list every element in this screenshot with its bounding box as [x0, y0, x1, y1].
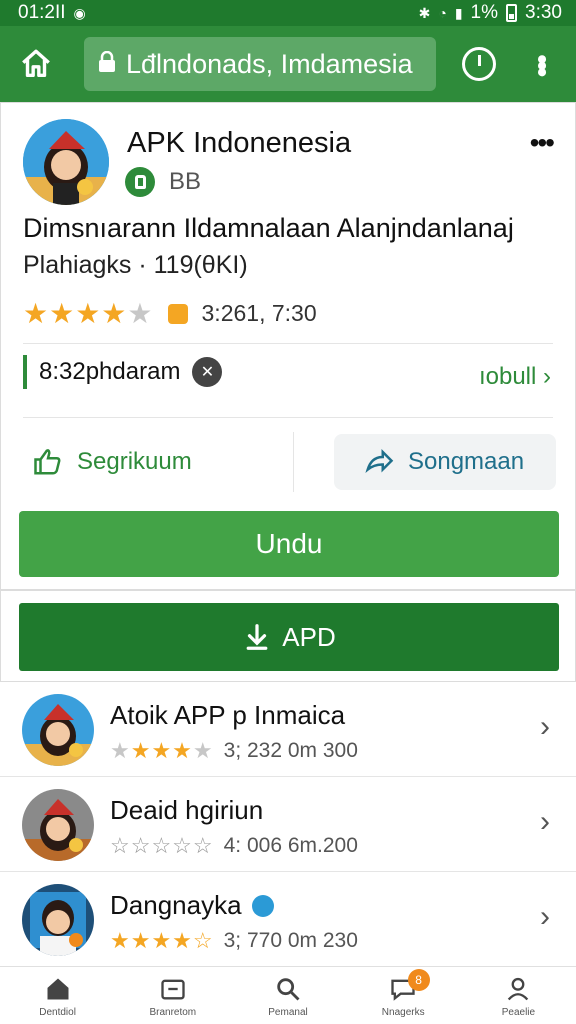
apps-icon: [161, 979, 185, 1000]
chevron-right-icon: ›: [540, 900, 550, 933]
nav-apps-label: Branretom: [149, 1007, 197, 1018]
app-avatar: [22, 789, 94, 861]
related-apps-list: Atoik APP p Inmaica ★★★★★ 3; 232 0m 300 …: [0, 682, 576, 967]
close-icon[interactable]: ✕: [192, 357, 223, 387]
menu-icon[interactable]: •••: [525, 54, 558, 74]
apd-label: APD: [282, 621, 336, 652]
list-item[interactable]: Dangnayka ★★★★☆ 3; 770 0m 230 ›: [0, 872, 576, 967]
battery-icon: [506, 4, 518, 22]
home-icon[interactable]: [14, 42, 58, 86]
app-icon: [23, 119, 109, 205]
notification-badge: 8: [407, 969, 430, 991]
promo-row: 8:32phdaram ✕: [23, 355, 223, 389]
divider: [23, 417, 553, 418]
lock-icon: [98, 49, 116, 80]
app-description: Dimsnıarann Ildamnalaan Alanjndanlanaj: [23, 213, 514, 243]
status-bar: 01:2II ◉ ✱ ◔ ▮ 1% 3:30: [0, 0, 576, 26]
rating-row: ★★★★★ 3:261, 7:30: [23, 297, 317, 330]
apd-card: APD: [0, 590, 576, 682]
address-text: Lđlndonads, Imdamesia: [126, 48, 413, 79]
list-item-title: Atoik APP p Inmaica: [110, 700, 346, 730]
bluetooth-icon: ✱: [418, 4, 431, 21]
developer-badge-row: BB: [125, 167, 201, 197]
verified-icon: [251, 894, 274, 917]
app-title: APK Indonenesia: [127, 127, 352, 159]
bottom-navigation: Dentdiol Branretom Pemanal 8 Nnagerks Pe…: [0, 966, 576, 1024]
battery-percent: 1%: [470, 2, 499, 23]
list-item-title: Deaid hgiriun: [110, 795, 264, 825]
profile-icon: [508, 977, 529, 1001]
nav-messages-label: Nnagerks: [381, 1007, 425, 1018]
list-item-title: Dangnayka: [110, 890, 274, 921]
wifi-icon: ◔: [438, 5, 447, 21]
promo-text: 8:32phdaram: [39, 358, 181, 385]
action-row: Segrikuum Songmaan: [23, 432, 559, 492]
rating-count: 3:261, 7:30: [201, 300, 317, 326]
chevron-right-icon: ›: [540, 710, 550, 743]
status-clock: 3:30: [525, 2, 562, 23]
list-item-info: 4: 006 6m.200: [223, 834, 358, 857]
promo-accent-bar: [23, 355, 27, 389]
star-rating: ★★★★☆: [110, 928, 214, 953]
developer-badge: BB: [169, 168, 202, 195]
list-item-info: 3; 770 0m 230: [223, 929, 358, 952]
signal-icon: ▮: [454, 4, 463, 21]
divider: [23, 343, 553, 344]
star-rating: ★★★★★: [23, 298, 154, 329]
app-avatar: [22, 884, 94, 956]
browser-toolbar: Lđlndonads, Imdamesia •••: [0, 26, 576, 102]
status-time: 01:2II: [18, 2, 66, 23]
share-icon: [365, 448, 394, 473]
nav-search-label: Pemanal: [268, 1007, 308, 1018]
verified-badge-icon: [125, 167, 155, 197]
thumbs-up-icon: [34, 449, 61, 475]
home-icon: [47, 978, 69, 1000]
star-rating: ☆☆☆☆☆: [110, 833, 214, 858]
list-item-meta: ★★★★★ 3; 232 0m 300: [110, 738, 358, 764]
notification-icon: ◉: [73, 4, 86, 21]
app-meta: Plahiagks · 119(θKI): [23, 251, 248, 279]
search-icon: [277, 978, 300, 1001]
nav-home[interactable]: Dentdiol: [0, 967, 115, 1024]
app-detail-card: APK Indonenesia ••• BB Dimsnıarann Ildam…: [0, 102, 576, 590]
chevron-right-icon: ›: [540, 805, 550, 838]
nav-messages[interactable]: 8 Nnagerks: [346, 967, 461, 1024]
list-item-meta: ★★★★☆ 3; 770 0m 230: [110, 928, 358, 954]
list-item-meta: ☆☆☆☆☆ 4: 006 6m.200: [110, 833, 358, 859]
history-icon[interactable]: [462, 47, 496, 81]
nav-apps[interactable]: Branretom: [115, 967, 230, 1024]
nav-home-label: Dentdiol: [39, 1007, 76, 1018]
nav-search[interactable]: Pemanal: [230, 967, 345, 1024]
address-bar[interactable]: Lđlndonads, Imdamesia: [84, 37, 436, 91]
more-options-icon[interactable]: •••: [530, 129, 555, 157]
nav-profile[interactable]: Peaelie: [461, 967, 576, 1024]
download-button[interactable]: Undu: [19, 511, 559, 577]
promo-link-label: ıobull: [478, 363, 537, 390]
apd-button[interactable]: APD: [19, 603, 559, 671]
list-item[interactable]: Atoik APP p Inmaica ★★★★★ 3; 232 0m 300 …: [0, 682, 576, 777]
star-rating: ★★★★★: [110, 738, 214, 763]
download-icon: [246, 624, 268, 650]
like-button[interactable]: Segrikuum: [23, 447, 293, 477]
list-item[interactable]: Deaid hgiriun ☆☆☆☆☆ 4: 006 6m.200 ›: [0, 777, 576, 872]
share-label: Songmaan: [408, 448, 525, 475]
promo-link[interactable]: ıobull ›: [479, 363, 551, 391]
like-label: Segrikuum: [77, 448, 192, 475]
list-item-info: 3; 232 0m 300: [223, 739, 358, 762]
award-icon: [167, 303, 188, 324]
divider: [293, 432, 294, 492]
app-avatar: [22, 694, 94, 766]
list-item-title-text: Dangnayka: [110, 890, 242, 920]
share-button[interactable]: Songmaan: [334, 434, 556, 490]
nav-profile-label: Peaelie: [501, 1007, 536, 1018]
